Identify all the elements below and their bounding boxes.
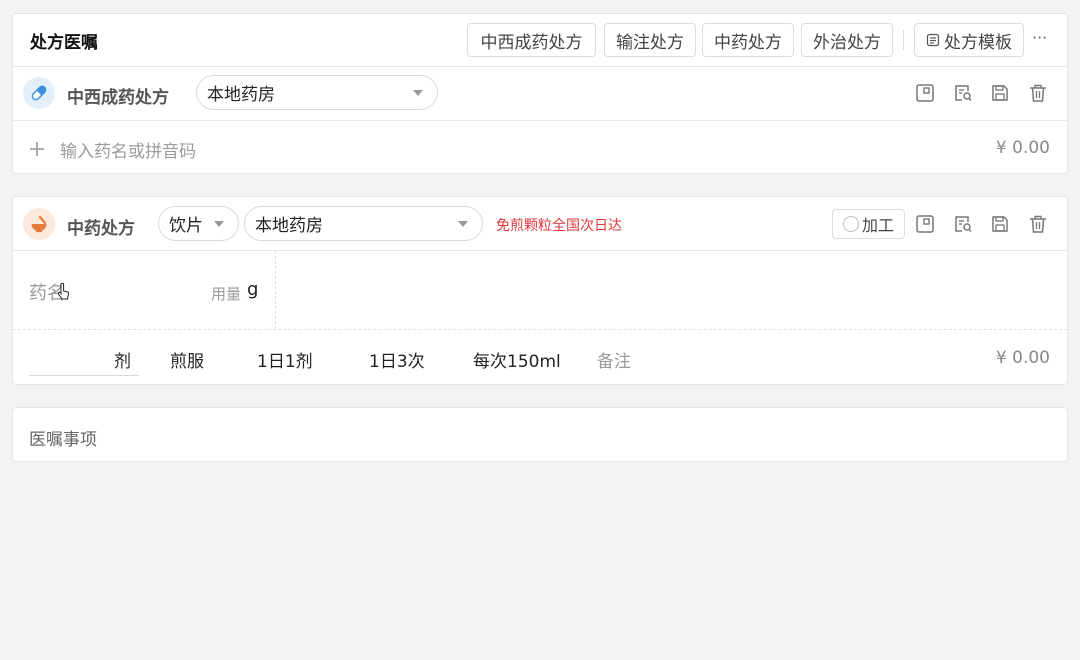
- western-pharmacy-value: 本地药房: [207, 85, 275, 105]
- tab-chinese-medicine[interactable]: 中药处方: [702, 23, 794, 57]
- chinese-pharmacy-value: 本地药房: [255, 216, 323, 236]
- chinese-pharmacy-select[interactable]: 本地药房: [244, 206, 483, 241]
- divider: [13, 250, 1067, 251]
- freq-times-select[interactable]: 1日3次: [369, 347, 425, 372]
- chinese-prescription-panel: 中药处方 饮片 本地药房 免煎颗粒全国次日达 加工 药名 用量 g 剂 煎服 1…: [12, 196, 1068, 385]
- advice-label: 医嘱事项: [29, 430, 97, 450]
- more-options-icon[interactable]: ···: [1032, 28, 1047, 47]
- western-section-label: 中西成药处方: [67, 88, 169, 108]
- page-title: 处方医嘱: [30, 33, 98, 53]
- search-doc-icon[interactable]: [952, 213, 974, 235]
- dose-label: 用量: [211, 285, 242, 303]
- trash-icon[interactable]: [1027, 213, 1049, 235]
- usage-select[interactable]: 煎服: [170, 347, 204, 372]
- pill-icon: [23, 77, 55, 109]
- dose-unit: g: [247, 279, 259, 300]
- add-drug-input[interactable]: 输入药名或拼音码: [60, 137, 196, 162]
- doses-underline: [29, 375, 139, 376]
- chevron-down-icon: [214, 221, 224, 227]
- trash-icon[interactable]: [1027, 82, 1049, 104]
- process-toggle[interactable]: 加工: [832, 209, 905, 239]
- chevron-down-icon: [458, 221, 468, 227]
- process-label: 加工: [861, 216, 894, 235]
- template-button[interactable]: 处方模板: [914, 23, 1024, 57]
- advice-panel[interactable]: 医嘱事项: [12, 407, 1068, 462]
- tab-infusion[interactable]: 输注处方: [604, 23, 696, 57]
- save-icon[interactable]: [989, 213, 1011, 235]
- tab-western-medicine[interactable]: 中西成药处方: [467, 23, 596, 57]
- mortar-icon: [23, 208, 55, 240]
- search-doc-icon[interactable]: [952, 82, 974, 104]
- doses-input[interactable]: 剂: [114, 347, 131, 372]
- toolbar-divider: [903, 30, 904, 50]
- form-select[interactable]: 饮片: [158, 206, 239, 241]
- chinese-price: ¥ 0.00: [995, 348, 1050, 368]
- save-icon[interactable]: [989, 82, 1011, 104]
- copy-icon[interactable]: [914, 213, 936, 235]
- cursor-icon: [57, 282, 71, 305]
- prescription-panel: 处方医嘱 中西成药处方 输注处方 中药处方 外治处方 处方模板 ··· 中西成药…: [12, 13, 1068, 174]
- cell-divider: [275, 251, 276, 329]
- chevron-down-icon: [413, 90, 423, 96]
- form-value: 饮片: [169, 216, 203, 236]
- western-price: ¥ 0.00: [995, 138, 1050, 158]
- template-label: 处方模板: [944, 32, 1012, 53]
- plus-icon[interactable]: [26, 138, 48, 160]
- divider: [13, 66, 1067, 67]
- radio-circle-icon: [842, 216, 859, 232]
- chinese-section-label: 中药处方: [67, 219, 135, 239]
- remark-input[interactable]: 备注: [597, 347, 631, 372]
- tab-external-treatment[interactable]: 外治处方: [801, 23, 893, 57]
- promo-link[interactable]: 免煎颗粒全国次日达: [496, 215, 622, 235]
- divider: [13, 329, 1067, 330]
- freq-day-select[interactable]: 1日1剂: [257, 347, 313, 372]
- divider: [13, 120, 1067, 121]
- per-amount-select[interactable]: 每次150ml: [473, 347, 561, 372]
- list-icon: [926, 33, 940, 47]
- copy-icon[interactable]: [914, 82, 936, 104]
- western-pharmacy-select[interactable]: 本地药房: [196, 75, 438, 110]
